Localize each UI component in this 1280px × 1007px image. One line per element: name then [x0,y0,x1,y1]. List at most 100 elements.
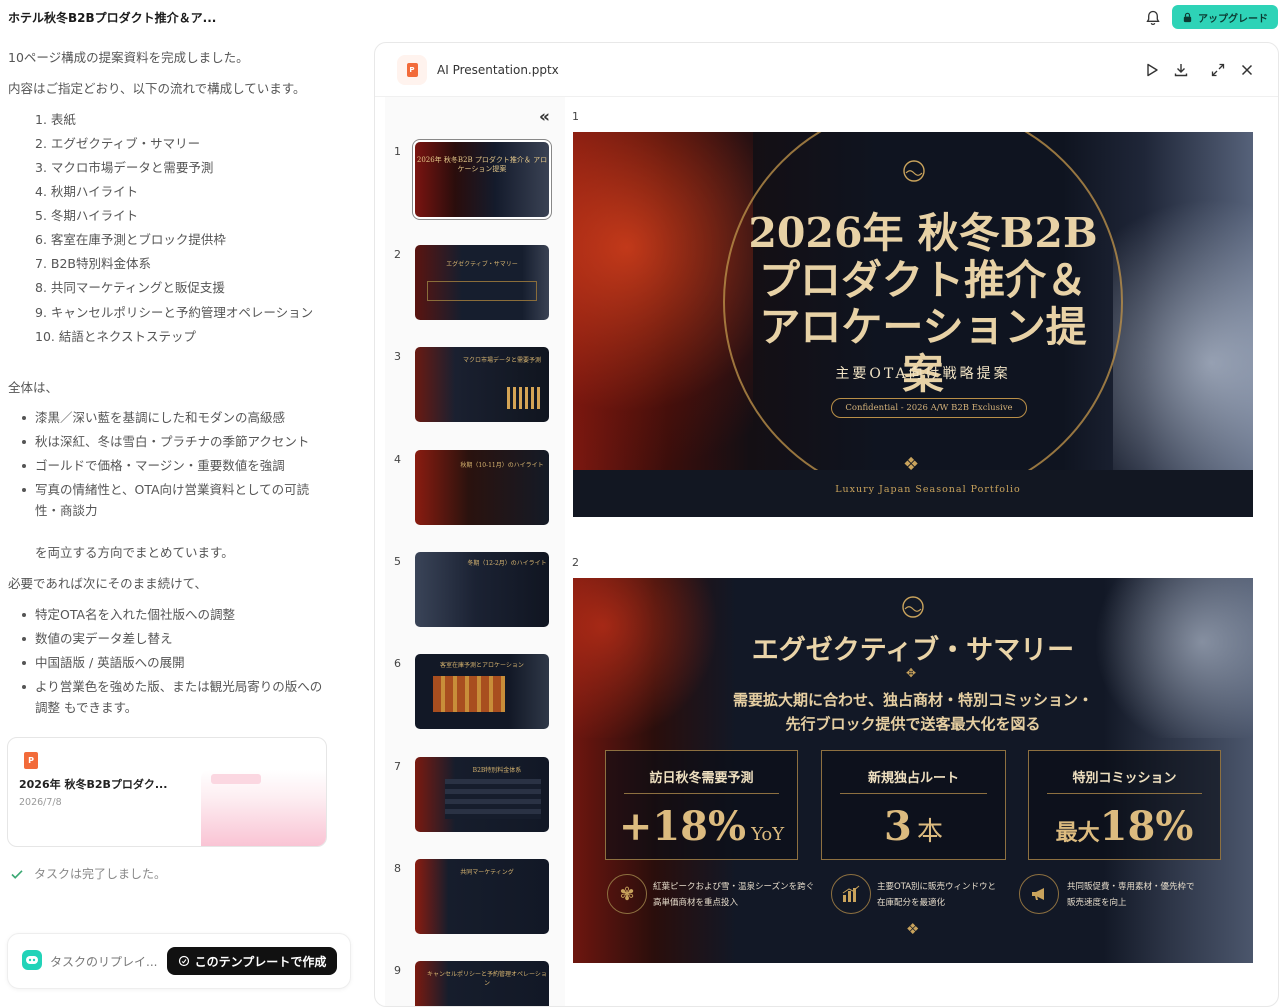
thumbnail-title: キャンセルポリシーと予約管理オペレーション [427,971,547,987]
create-with-template-button[interactable]: このテンプレートで作成 [167,947,337,975]
kpi-label: 訪日秋冬需要予測 [649,771,754,786]
thumbnail-slide-4[interactable]: 秋期（10-11月）のハイライト [415,450,549,525]
thumb-number: 6 [394,657,401,670]
thumb-number: 3 [394,350,401,363]
outline-item: 5. 冬期ハイライト [35,208,139,223]
point-line: 在庫配分を最適化 [877,898,946,908]
template-icon [178,955,189,967]
outline-item: 3. マクロ市場データと需要予測 [35,160,214,175]
kpi-card: 特別コミッション 最大18% [1028,750,1221,860]
outline-item: 10. 結語とネクストステップ [35,329,196,344]
kpi-value: +18% [618,803,747,850]
outline-item: 4. 秋期ハイライト [35,184,139,199]
kpi-value-row: 最大18% [1029,803,1220,850]
thumb-number: 1 [394,145,401,158]
kpi-card: 新規独占ルート 3 本 [821,750,1006,860]
replay-link[interactable]: タスクのリプレイ... [50,953,157,970]
kpi-divider [840,793,987,794]
thumbnail-slide-3[interactable]: マクロ市場データと需要予測 [415,347,549,422]
thumbnail-heatmap [433,676,505,712]
thumbnail-title: 共同マーケティング [460,869,514,876]
point-text: 共同販促費・専用素材・優先枠で 販売速度を向上 [1067,879,1195,911]
pptx-file-icon: P [24,752,38,769]
kpi-card: 訪日秋冬需要予測 +18% YoY [605,750,798,860]
file-preview-image [201,770,326,846]
kpi-value-row: +18% YoY [606,803,797,850]
thumbnail-slide-2[interactable]: エグゼクティブ・サマリー [415,245,549,320]
wave-emblem-icon [902,596,924,618]
thumbnail-title: 冬期（12-2月）のハイライト [467,560,547,567]
kpi-value: 3 [884,803,912,850]
thumbnail-kpi-box [427,281,537,301]
thumbnail-title: マクロ市場データと需要予測 [462,357,541,364]
file-name: 2026年 秋冬B2Bプロダク... [19,778,168,791]
thumbnail-slide-8[interactable]: 共同マーケティング [415,859,549,934]
ornament-icon: ✥ [906,666,917,680]
slide-1-title-line: 2026年 秋冬B2B [748,209,1098,257]
bell-icon[interactable] [1144,9,1162,27]
intro-text-2: 内容はご指定どおり、以下の流れで構成しています。 [8,81,306,96]
point-text: 主要OTA別に販売ウィンドウと 在庫配分を最適化 [877,879,996,911]
kpi-prefix: 最大 [1055,820,1100,846]
kpi-label: 新規独占ルート [867,771,959,786]
thumbnail-slide-5[interactable]: 冬期（12-2月）のハイライト [415,552,549,627]
close-icon[interactable] [1238,61,1256,79]
thumbnail-slide-6[interactable]: 客室在庫予測とアロケーション [415,654,549,729]
file-attachment-card[interactable]: P 2026年 秋冬B2Bプロダク... 2026/7/8 [7,737,327,847]
overall-text: 全体は、 [8,380,59,395]
megaphone-icon [1019,874,1059,914]
thumbnail-slide-9[interactable]: キャンセルポリシーと予約管理オペレーション [415,961,549,1006]
upgrade-button[interactable]: アップグレード [1172,5,1278,29]
slide-number: 1 [572,110,579,123]
fullscreen-icon[interactable] [1209,61,1227,79]
thumb-number: 7 [394,760,401,773]
create-with-template-label: このテンプレートで作成 [194,954,327,969]
task-title[interactable]: ホテル秋冬B2Bプロダクト推介＆ア... [8,9,216,26]
slide-number: 2 [572,556,579,569]
thumb-number: 2 [394,248,401,261]
thumbnail-title: B2B特別料金体系 [472,767,522,774]
slide-2-lead-line: 需要拡大期に合わせ、独占商材・特別コミッション・ [732,691,1093,709]
check-icon [11,869,23,879]
presentation-viewer: P AI Presentation.pptx « 1 2026年 秋冬B2B プ… [374,42,1279,1007]
kpi-unit: YoY [751,824,785,845]
slide-1-title-line: プロダクト推介＆ [759,256,1087,304]
lock-icon [1183,12,1192,22]
thumbnail-chart [507,387,543,409]
outline-item: 7. B2B特別料金体系 [35,256,152,271]
confidential-badge: Confidential - 2026 A/W B2B Exclusive [831,398,1027,418]
slide-2[interactable]: エグゼクティブ・サマリー ✥ 需要拡大期に合わせ、独占商材・特別コミッション・ … [573,578,1253,963]
option-item: 中国語版 / 英語版への展開 [20,652,330,673]
slide-2-title: エグゼクティブ・サマリー [751,635,1075,666]
play-icon[interactable] [1143,61,1161,79]
kpi-unit: 本 [916,817,943,847]
download-icon[interactable] [1172,61,1190,79]
viewer-filename: AI Presentation.pptx [437,63,559,77]
point-text: 紅葉ピークおよび雪・温泉シーズンを跨ぐ 高単価商材を重点投入 [653,879,814,911]
outline-item: 1. 表紙 [35,112,76,127]
slide-1[interactable]: 2026年 秋冬B2B プロダクト推介＆ アロケーション提案 主要OTA向け戦略… [573,132,1253,517]
kpi-divider [624,793,779,794]
outline-list: 1. 表紙 2. エグゼクティブ・サマリー 3. マクロ市場データと需要予測 4… [35,108,325,349]
thumb-number: 9 [394,964,401,977]
slide-1-subtitle: 主要OTA向け戦略提案 [835,366,1011,382]
thumbnail-title: エグゼクティブ・サマリー [446,261,518,268]
option-item: 特定OTA名を入れた個社版への調整 [20,604,330,625]
slide-2-lead-line: 先行ブロック提供で送客最大化を図る [785,715,1041,733]
slide-1-title-line: アロケーション提案 [759,303,1087,398]
design-points-list: 漆黒／深い藍を基調にした和モダンの高級感 秋は深紅、冬は雪白・プラチナの季節アク… [20,407,330,524]
collapse-thumbnails-icon[interactable]: « [539,107,550,127]
slide-1-footer: Luxury Japan Seasonal Portfolio [835,484,1021,495]
thumbnail-title: 秋期（10-11月）のハイライト [460,462,544,469]
thumbnail-slide-7[interactable]: B2B特別料金体系 [415,757,549,832]
slide-canvas: 1 2026年 秋冬B2B プロダクト推介＆ アロケーション提案 主要OTA向け… [565,97,1278,1006]
design-point: 漆黒／深い藍を基調にした和モダンの高級感 [20,407,330,428]
thumb-number: 4 [394,453,401,466]
thumbnail-slide-1[interactable]: 2026年 秋冬B2B プロダクト推介＆ アロケーション提案 [415,142,549,217]
outline-item: 9. キャンセルポリシーと予約管理オペレーション [35,305,314,320]
point-line: 販売速度を向上 [1067,898,1127,908]
top-bar: ホテル秋冬B2Bプロダクト推介＆ア... アップグレード [0,0,1280,36]
point-line: 共同販促費・専用素材・優先枠で [1067,882,1195,892]
task-complete-text: タスクは完了しました。 [34,867,167,881]
wave-emblem-icon [903,160,925,182]
